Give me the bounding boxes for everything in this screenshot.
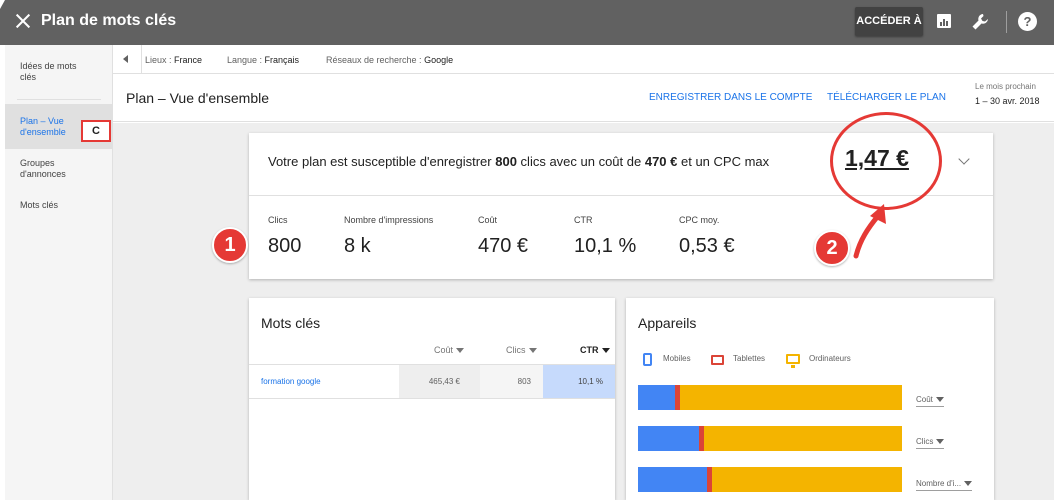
device-bar-clicks (638, 426, 902, 451)
sidebar-item-ad-groups[interactable]: Groupes d'annonces (5, 158, 113, 180)
toolbar-divider (1006, 11, 1007, 33)
legend-tablet: Tablettes (733, 354, 766, 363)
column-header-clicks[interactable]: Clics (506, 345, 537, 355)
page-app-title: Plan de mots clés (41, 12, 177, 29)
period-label[interactable]: Le mois prochain (975, 82, 1036, 91)
sort-caret-icon (456, 348, 465, 354)
legend-mobile: Mobiles (663, 354, 691, 363)
page-title: Plan – Vue d'ensemble (126, 90, 270, 106)
metric-ctr: CTR 10,1 % (574, 215, 637, 257)
bar-segment-mobile (638, 385, 675, 410)
page-header: Plan – Vue d'ensemble ENREGISTRER DANS L… (113, 74, 1054, 122)
forecast-sentence: Votre plan est susceptible d'enregistrer… (268, 154, 770, 169)
chevron-down-icon (935, 397, 944, 403)
mouse-cursor-icon (0, 0, 5, 9)
keyword-clicks: 803 (480, 365, 543, 398)
device-metric-select-impressions[interactable]: Nombre d'i... (916, 479, 973, 491)
filter-location[interactable]: Lieux : France (145, 55, 202, 65)
filter-bar: Lieux : France Langue : Français Réseaux… (113, 45, 1054, 74)
keyword-link[interactable]: formation google (261, 365, 321, 398)
device-metric-select-cost[interactable]: Coût (916, 395, 944, 407)
sidebar: Idées de mots clés Plan – Vue d'ensemble… (5, 45, 113, 500)
chevron-down-icon (936, 439, 945, 445)
metric-avg-cpc: CPC moy. 0,53 € (679, 215, 735, 257)
wrench-icon[interactable] (970, 12, 990, 32)
sort-caret-icon (601, 348, 610, 354)
sidebar-item-keyword-ideas[interactable]: Idées de mots clés (5, 61, 113, 83)
legend-desktop: Ordinateurs (809, 354, 851, 363)
keyword-cost: 465,43 € (399, 365, 480, 398)
tablet-icon (711, 355, 724, 365)
annotation-badge-c: C (81, 120, 111, 142)
bar-segment-desktop (703, 426, 902, 451)
filter-language[interactable]: Langue : Français (227, 55, 299, 65)
close-icon[interactable] (14, 12, 32, 30)
bar-segment-mobile (638, 426, 699, 451)
devices-card: Appareils Mobiles Tablettes Ordinateurs … (626, 298, 994, 500)
keywords-card-title: Mots clés (261, 315, 321, 331)
chevron-down-icon[interactable] (958, 153, 970, 165)
mobile-icon (643, 353, 652, 366)
reports-icon[interactable] (934, 12, 954, 32)
collapse-arrow-icon[interactable] (123, 55, 128, 63)
device-bar-cost (638, 385, 902, 410)
annotation-badge-2: 2 (814, 230, 850, 266)
sidebar-divider (17, 99, 101, 100)
device-metric-select-clicks[interactable]: Clics (916, 437, 945, 449)
column-header-cost[interactable]: Coût (434, 345, 465, 355)
annotation-circle (830, 112, 942, 210)
save-to-account-link[interactable]: ENREGISTRER DANS LE COMPTE (649, 92, 812, 103)
metric-cost: Coût 470 € (478, 215, 529, 257)
column-header-ctr[interactable]: CTR (580, 345, 610, 355)
keyword-ctr: 10,1 % (543, 365, 615, 398)
bar-segment-desktop (711, 467, 902, 492)
filter-network[interactable]: Réseaux de recherche : Google (326, 55, 453, 65)
sidebar-item-keywords[interactable]: Mots clés (5, 200, 113, 211)
devices-card-title: Appareils (638, 315, 697, 331)
download-plan-link[interactable]: TÉLÉCHARGER LE PLAN (827, 92, 946, 103)
access-button[interactable]: ACCÉDER À (855, 7, 923, 36)
table-row: formation google 465,43 € 803 10,1 % (249, 364, 615, 399)
sort-caret-icon (528, 348, 537, 354)
metric-impressions: Nombre d'impressions 8 k (344, 215, 434, 257)
bar-segment-desktop (680, 385, 902, 410)
chevron-down-icon (964, 481, 973, 487)
keywords-card: Mots clés Coût Clics CTR formation googl… (249, 298, 615, 500)
annotation-arrow-icon (853, 204, 886, 259)
desktop-icon (786, 354, 800, 368)
period-value[interactable]: 1 – 30 avr. 2018 (975, 96, 1040, 106)
help-icon[interactable]: ? (1018, 12, 1037, 31)
bar-segment-mobile (638, 467, 707, 492)
annotation-badge-1: 1 (212, 227, 248, 263)
metric-clicks: Clics 800 (268, 215, 302, 257)
device-bar-impressions (638, 467, 902, 492)
top-bar: Plan de mots clés ACCÉDER À ? (0, 0, 1054, 45)
